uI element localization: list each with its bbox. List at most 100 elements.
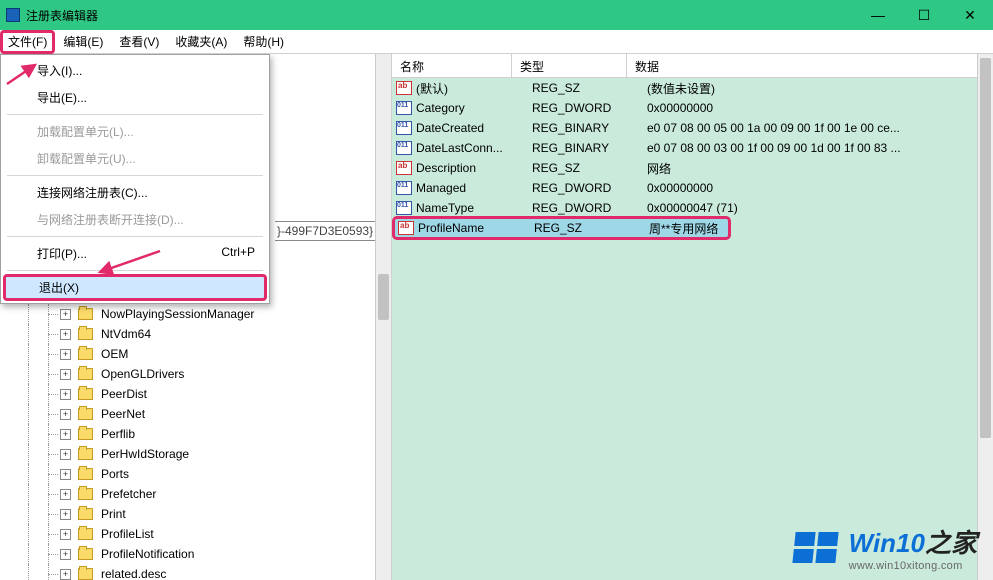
menu-view[interactable]: 查看(V)	[111, 30, 167, 53]
value-data: e0 07 08 00 05 00 1a 00 09 00 1f 00 1e 0…	[647, 121, 993, 135]
menu-item-export[interactable]: 导出(E)...	[1, 84, 269, 111]
tree-item-label: ProfileNotification	[101, 547, 194, 561]
expand-icon[interactable]: +	[60, 369, 71, 380]
value-row[interactable]: CategoryREG_DWORD0x00000000	[392, 98, 993, 118]
value-type: REG_BINARY	[532, 141, 647, 155]
scrollbar-thumb[interactable]	[980, 58, 991, 438]
string-value-icon	[396, 161, 412, 175]
tree-item-label: PeerNet	[101, 407, 145, 421]
value-row[interactable]: NameTypeREG_DWORD0x00000047 (71)	[392, 198, 993, 218]
expand-icon[interactable]: +	[60, 549, 71, 560]
tree-item[interactable]: +NowPlayingSessionManager	[20, 304, 387, 324]
menu-item-print[interactable]: 打印(P)... Ctrl+P	[1, 240, 269, 267]
value-name: ProfileName	[418, 221, 534, 235]
folder-icon	[78, 508, 93, 520]
menu-item-disconnect-network: 与网络注册表断开连接(D)...	[1, 206, 269, 233]
header-data[interactable]: 数据	[627, 54, 993, 77]
expand-icon[interactable]: +	[60, 509, 71, 520]
tree-item-label: Print	[101, 507, 126, 521]
folder-icon	[78, 388, 93, 400]
tree-item[interactable]: + ProfileList	[20, 524, 387, 544]
expand-icon[interactable]: +	[60, 329, 71, 340]
tree-item[interactable]: +OpenGLDrivers	[20, 364, 387, 384]
expand-icon[interactable]: +	[60, 529, 71, 540]
header-name[interactable]: 名称	[392, 54, 512, 77]
header-type[interactable]: 类型	[512, 54, 627, 77]
folder-icon	[78, 528, 93, 540]
scrollbar-thumb[interactable]	[378, 274, 389, 320]
tree-item[interactable]: + Perflib	[20, 424, 387, 444]
close-button[interactable]: ✕	[947, 0, 993, 30]
value-row[interactable]: DateCreatedREG_BINARYe0 07 08 00 05 00 1…	[392, 118, 993, 138]
tree-item[interactable]: + Ports	[20, 464, 387, 484]
value-type: REG_DWORD	[532, 181, 647, 195]
binary-value-icon	[396, 101, 412, 115]
value-row[interactable]: DescriptionREG_SZ网络	[392, 158, 993, 178]
binary-value-icon	[396, 141, 412, 155]
folder-icon	[78, 368, 93, 380]
value-row[interactable]: (默认)REG_SZ(数值未设置)	[392, 78, 993, 98]
expand-icon[interactable]: +	[60, 349, 71, 360]
expand-icon[interactable]: +	[60, 409, 71, 420]
watermark-url: www.win10xitong.com	[849, 560, 977, 572]
title-bar: 注册表编辑器 — ☐ ✕	[0, 0, 993, 30]
expand-icon[interactable]: +	[60, 429, 71, 440]
folder-icon	[78, 548, 93, 560]
tree-item[interactable]: +NtVdm64	[20, 324, 387, 344]
value-row[interactable]: ProfileNameREG_SZ周**专用网络	[394, 218, 729, 238]
value-row[interactable]: DateLastConn...REG_BINARYe0 07 08 00 03 …	[392, 138, 993, 158]
value-name: Category	[416, 101, 532, 115]
value-data: 0x00000000	[647, 101, 993, 115]
maximize-button[interactable]: ☐	[901, 0, 947, 30]
tree-pane[interactable]: 导入(I)... 导出(E)... 加载配置单元(L)... 卸载配置单元(U)…	[0, 54, 392, 580]
value-name: Managed	[416, 181, 532, 195]
expand-icon[interactable]: +	[60, 449, 71, 460]
menu-separator	[7, 270, 263, 271]
menu-bar: 文件(F) 编辑(E) 查看(V) 收藏夹(A) 帮助(H)	[0, 30, 993, 54]
tree-item[interactable]: + PeerDist	[20, 384, 387, 404]
minimize-button[interactable]: —	[855, 0, 901, 30]
expand-icon[interactable]: +	[60, 309, 71, 320]
watermark-title: Win10之家	[849, 523, 977, 560]
app-icon	[6, 8, 20, 22]
tree-item[interactable]: +Prefetcher	[20, 484, 387, 504]
value-name: DateCreated	[416, 121, 532, 135]
tree-item[interactable]: + Print	[20, 504, 387, 524]
value-list-pane[interactable]: 名称 类型 数据 (默认)REG_SZ(数值未设置)CategoryREG_DW…	[392, 54, 993, 580]
tree-item-label: PeerDist	[101, 387, 147, 401]
value-type: REG_SZ	[532, 161, 647, 175]
menu-edit[interactable]: 编辑(E)	[55, 30, 111, 53]
menu-item-connect-network[interactable]: 连接网络注册表(C)...	[1, 179, 269, 206]
tree-item[interactable]: +OEM	[20, 344, 387, 364]
value-name: Description	[416, 161, 532, 175]
expand-icon[interactable]: +	[60, 569, 71, 580]
tree-item[interactable]: + PeerNet	[20, 404, 387, 424]
expand-icon[interactable]: +	[60, 489, 71, 500]
menu-help[interactable]: 帮助(H)	[235, 30, 292, 53]
tree-item[interactable]: +related.desc	[20, 564, 387, 580]
list-scrollbar[interactable]	[977, 54, 993, 580]
tree-scrollbar[interactable]	[375, 54, 391, 580]
menu-separator	[7, 114, 263, 115]
menu-item-exit[interactable]: 退出(X)	[3, 274, 267, 301]
expand-icon[interactable]: +	[60, 469, 71, 480]
menu-file[interactable]: 文件(F)	[0, 30, 55, 54]
tree-item-label: Perflib	[101, 427, 135, 441]
tree-item[interactable]: +PerHwIdStorage	[20, 444, 387, 464]
value-type: REG_DWORD	[532, 101, 647, 115]
value-data: 网络	[647, 160, 993, 177]
binary-value-icon	[396, 201, 412, 215]
value-data: 0x00000000	[647, 181, 993, 195]
tree-item-label: ProfileList	[101, 527, 154, 541]
registry-tree[interactable]: +Notifications+NowPlayingSessionManager+…	[20, 284, 387, 580]
value-rows: (默认)REG_SZ(数值未设置)CategoryREG_DWORD0x0000…	[392, 78, 993, 238]
tree-item-label: Ports	[101, 467, 129, 481]
menu-favorites[interactable]: 收藏夹(A)	[167, 30, 235, 53]
value-name: NameType	[416, 201, 532, 215]
menu-item-import[interactable]: 导入(I)...	[1, 57, 269, 84]
value-row[interactable]: ManagedREG_DWORD0x00000000	[392, 178, 993, 198]
value-data: (数值未设置)	[647, 80, 993, 97]
tree-item[interactable]: + ProfileNotification	[20, 544, 387, 564]
expand-icon[interactable]: +	[60, 389, 71, 400]
binary-value-icon	[396, 181, 412, 195]
